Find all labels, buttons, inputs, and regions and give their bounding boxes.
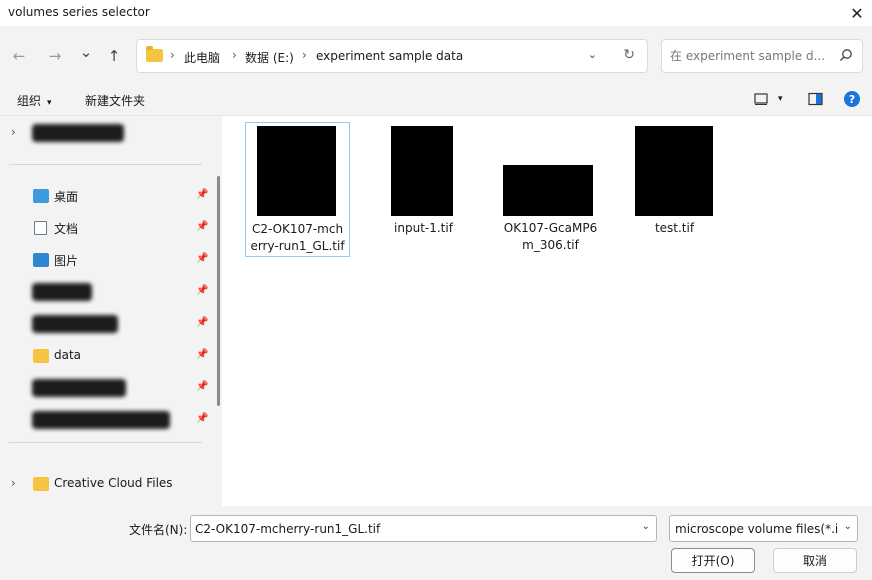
breadcrumb-drive-e[interactable]: 数据 (E:) xyxy=(245,49,294,66)
pin-icon[interactable]: 📌 xyxy=(196,317,208,328)
sidebar-item-data[interactable]: data 📌 xyxy=(0,340,212,372)
recent-locations-chevron-icon[interactable]: ⌄ xyxy=(76,42,96,62)
file-thumbnail xyxy=(503,165,593,216)
open-button[interactable]: 打开(O) xyxy=(671,548,755,573)
folder-icon xyxy=(146,46,163,62)
chevron-down-icon[interactable]: ⌄ xyxy=(642,521,650,532)
navigation-pane: › 桌面 📌 文档 📌 图片 📌 📌 📌 data 📌 📌 📌 › Creati… xyxy=(0,116,222,506)
sidebar-item-redacted[interactable]: 📌 xyxy=(0,308,212,340)
search-box[interactable] xyxy=(661,39,863,73)
view-options-caret-icon[interactable]: ▾ xyxy=(778,94,783,104)
search-input[interactable] xyxy=(670,48,830,64)
file-list: C2-OK107-mch erry-run1_GL.tif input-1.ti… xyxy=(228,116,872,506)
preview-pane-icon[interactable] xyxy=(808,92,823,106)
file-name: test.tif xyxy=(654,221,695,235)
pin-icon[interactable]: 📌 xyxy=(196,285,208,296)
refresh-icon[interactable]: ↻ xyxy=(623,47,635,63)
filetype-select[interactable]: microscope volume files(*.im ⌄ xyxy=(669,515,858,542)
file-item[interactable]: OK107-GcaMP6 m_306.tif xyxy=(498,122,603,257)
file-thumbnail xyxy=(391,126,453,216)
sidebar-item-redacted[interactable]: 📌 xyxy=(0,372,212,404)
file-name: C2-OK107-mch erry-run1_GL.tif xyxy=(250,222,345,253)
file-thumbnail xyxy=(635,126,713,216)
pin-icon[interactable]: 📌 xyxy=(196,189,208,200)
filename-label: 文件名(N): xyxy=(129,523,188,537)
title-bar: volumes series selector ✕ xyxy=(0,0,872,26)
file-name: input-1.tif xyxy=(394,221,453,235)
sidebar-item-redacted[interactable]: 📌 xyxy=(0,404,212,436)
file-item[interactable]: test.tif xyxy=(623,122,728,242)
window-title: volumes series selector xyxy=(8,5,150,19)
view-layout-icon[interactable] xyxy=(754,92,768,106)
file-item[interactable]: input-1.tif xyxy=(371,122,476,242)
pin-icon[interactable]: 📌 xyxy=(196,253,208,264)
pin-icon[interactable]: 📌 xyxy=(196,221,208,232)
sidebar-item-creative-cloud[interactable]: › Creative Cloud Files xyxy=(0,468,212,500)
expand-chevron-icon[interactable]: › xyxy=(11,125,16,139)
help-icon[interactable]: ? xyxy=(844,91,860,107)
file-thumbnail xyxy=(257,126,336,216)
redacted-label xyxy=(32,411,170,429)
address-dropdown-icon[interactable]: ⌄ xyxy=(588,48,597,61)
redacted-label xyxy=(32,283,92,301)
breadcrumb-this-pc[interactable]: 此电脑 xyxy=(184,49,220,66)
cancel-button[interactable]: 取消 xyxy=(773,548,857,573)
sidebar-scrollbar[interactable] xyxy=(217,176,220,406)
desktop-icon xyxy=(33,189,49,203)
organize-label: 组织 xyxy=(17,94,42,108)
search-icon[interactable] xyxy=(839,48,853,62)
pin-icon[interactable]: 📌 xyxy=(196,349,208,360)
up-arrow-icon[interactable]: ↑ xyxy=(104,46,124,66)
pin-icon[interactable]: 📌 xyxy=(196,413,208,424)
sidebar-item-label: Creative Cloud Files xyxy=(54,476,173,490)
address-bar[interactable]: › 此电脑 › 数据 (E:) › experiment sample data… xyxy=(136,39,648,73)
filename-combobox[interactable]: ⌄ xyxy=(190,515,657,542)
new-folder-button[interactable]: 新建文件夹 xyxy=(85,92,145,109)
redacted-label xyxy=(32,379,126,397)
organize-menu-button[interactable]: 组织 ▾ xyxy=(17,92,52,109)
breadcrumb-separator: › xyxy=(170,48,175,62)
sidebar-item-label: 图片 xyxy=(54,254,79,268)
sidebar-divider xyxy=(9,164,202,165)
sidebar-item-pictures[interactable]: 图片 📌 xyxy=(0,244,212,276)
expand-chevron-icon[interactable]: › xyxy=(11,476,16,490)
document-icon xyxy=(34,221,47,235)
chevron-down-icon[interactable]: ⌄ xyxy=(841,521,852,532)
close-icon[interactable]: ✕ xyxy=(842,0,872,26)
file-name: OK107-GcaMP6 m_306.tif xyxy=(503,221,598,252)
file-dialog-window: volumes series selector ✕ ← → ⌄ ↑ › 此电脑 … xyxy=(0,0,872,580)
creative-cloud-icon xyxy=(33,477,49,491)
dialog-footer: 文件名(N): ⌄ microscope volume files(*.im ⌄… xyxy=(0,506,872,580)
breadcrumb-experiment-sample-data[interactable]: experiment sample data xyxy=(316,49,463,63)
redacted-label xyxy=(32,315,118,333)
filetype-value: microscope volume files(*.im xyxy=(675,522,839,536)
command-toolbar: 组织 ▾ 新建文件夹 ▾ ? xyxy=(0,84,872,116)
redacted-label xyxy=(32,124,124,142)
sidebar-item-label: 文档 xyxy=(54,222,79,236)
breadcrumb-separator: › xyxy=(302,48,307,62)
back-arrow-icon[interactable]: ← xyxy=(9,46,29,66)
breadcrumb-separator: › xyxy=(232,48,237,62)
caret-down-icon: ▾ xyxy=(47,98,52,108)
sidebar-divider xyxy=(9,442,202,443)
pictures-icon xyxy=(33,253,49,267)
sidebar-item-redacted[interactable]: › xyxy=(0,117,212,149)
file-item[interactable]: C2-OK107-mch erry-run1_GL.tif xyxy=(245,122,350,257)
sidebar-item-desktop[interactable]: 桌面 📌 xyxy=(0,180,212,212)
pin-icon[interactable]: 📌 xyxy=(196,381,208,392)
folder-icon xyxy=(33,349,49,363)
sidebar-item-label: 桌面 xyxy=(54,190,79,204)
navigation-bar: ← → ⌄ ↑ › 此电脑 › 数据 (E:) › experiment sam… xyxy=(0,26,872,84)
sidebar-item-documents[interactable]: 文档 📌 xyxy=(0,212,212,244)
forward-arrow-icon[interactable]: → xyxy=(45,46,65,66)
sidebar-item-label: data xyxy=(54,348,82,362)
filename-input[interactable] xyxy=(195,521,625,537)
sidebar-item-redacted[interactable]: 📌 xyxy=(0,276,212,308)
